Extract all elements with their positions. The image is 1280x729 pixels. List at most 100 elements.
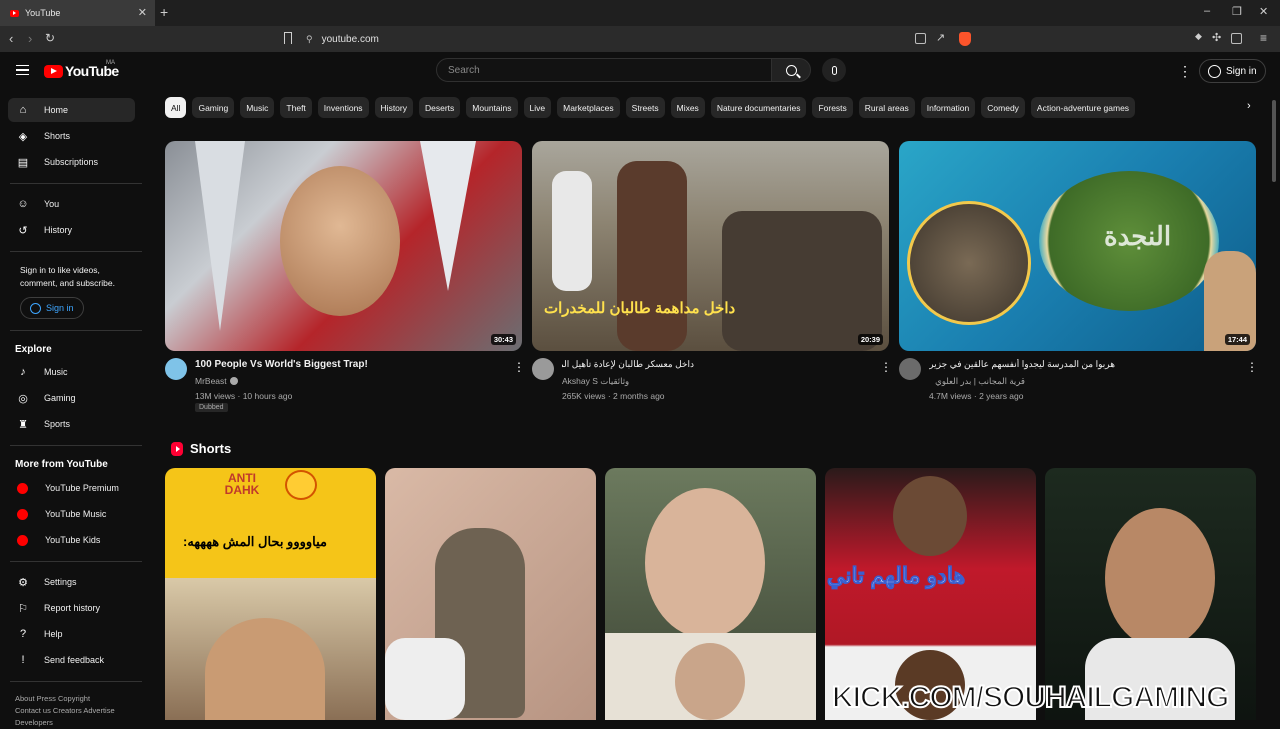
sidebar-toggle-icon[interactable]	[1231, 33, 1242, 44]
channel-avatar[interactable]	[899, 358, 921, 380]
new-tab-button[interactable]: +	[160, 4, 168, 20]
sidebar-item-youtube-kids[interactable]: YouTube Kids	[8, 528, 135, 552]
page-scrollbar[interactable]	[1272, 100, 1276, 182]
video-menu-icon[interactable]: ⋮	[513, 360, 525, 374]
sidebar-item-report-history[interactable]: ⚐ Report history	[8, 596, 135, 620]
footer-line[interactable]: About Press Copyright	[15, 693, 140, 705]
video-thumbnail[interactable]: داخل مداهمة طالبان للمخدرات 20:39	[532, 141, 889, 351]
search-input[interactable]: Search	[436, 58, 772, 82]
chip-streets[interactable]: Streets	[625, 97, 665, 118]
extensions-icon[interactable]: ✣	[1212, 31, 1221, 44]
chip-action-adventure-games[interactable]: Action-adventure games	[1030, 97, 1136, 118]
sidebar-item-label: YouTube Kids	[45, 535, 101, 545]
thumbnail-spike	[420, 141, 476, 291]
video-title[interactable]: هربوا من المدرسة ليجدوا أنفسهم عالقين في…	[929, 359, 1115, 370]
brave-shield-icon[interactable]	[959, 32, 971, 46]
sidebar-item-home[interactable]: ⌂ Home	[8, 98, 135, 122]
thumbnail-face	[280, 166, 400, 316]
back-icon[interactable]: ‹	[9, 31, 13, 46]
sidebar-item-help[interactable]: ? Help	[8, 622, 135, 646]
sidebar-item-gaming[interactable]: ◎ Gaming	[8, 386, 135, 410]
chip-deserts[interactable]: Deserts	[419, 97, 461, 118]
category-chips: All Gaming Music Theft Inventions Histor…	[165, 97, 1260, 119]
close-tab-icon[interactable]: ✕	[138, 6, 147, 19]
youtube-favicon-icon	[10, 9, 19, 17]
settings-menu-icon[interactable]: ⋮	[1178, 63, 1192, 80]
chip-theft[interactable]: Theft	[280, 97, 312, 118]
maximize-icon[interactable]: ❐	[1232, 5, 1242, 18]
sidebar-item-subscriptions[interactable]: ▤ Subscriptions	[8, 150, 135, 174]
forward-icon[interactable]: ›	[28, 31, 32, 46]
chip-live[interactable]: Live	[523, 97, 552, 118]
sidebar-item-shorts[interactable]: ◈ Shorts	[8, 124, 135, 148]
thumbnail-caption: داخل مداهمة طالبان للمخدرات	[544, 300, 736, 317]
chip-forests[interactable]: Forests	[812, 97, 853, 118]
chip-marketplaces[interactable]: Marketplaces	[557, 97, 620, 118]
sidebar-item-settings[interactable]: ⚙ Settings	[8, 570, 135, 594]
youtube-music-icon	[17, 508, 28, 520]
verified-icon	[229, 377, 238, 385]
sidebar-sign-in-button[interactable]: Sign in	[20, 297, 84, 319]
short-card[interactable]	[385, 468, 596, 720]
sports-icon: ♜	[18, 418, 28, 431]
chip-mixes[interactable]: Mixes	[670, 97, 705, 118]
sidebar-item-you[interactable]: ☺ You	[8, 192, 135, 216]
sidebar-item-music[interactable]: ♪ Music	[8, 360, 135, 384]
minimize-icon[interactable]: –	[1204, 5, 1210, 17]
bookmark-icon[interactable]	[284, 32, 292, 44]
chip-nature-documentaries[interactable]: Nature documentaries	[710, 97, 807, 118]
chip-history[interactable]: History	[374, 97, 413, 118]
short-card[interactable]: ANTI DAHK مياوووو بحال المش ههههه:	[165, 468, 376, 720]
sidebar-item-label: History	[44, 225, 73, 235]
sidebar-item-youtube-music[interactable]: YouTube Music	[8, 502, 135, 526]
footer-line[interactable]: Contact us Creators Advertise	[15, 705, 140, 717]
video-thumbnail[interactable]: النجدة 17:44	[899, 141, 1256, 351]
menu-icon[interactable]	[16, 65, 29, 75]
reload-icon[interactable]: ↻	[45, 31, 55, 45]
channel-avatar[interactable]	[532, 358, 554, 380]
browser-menu-icon[interactable]: ≡	[1260, 31, 1267, 45]
sidebar-item-label: YouTube Music	[45, 509, 107, 519]
chip-mountains[interactable]: Mountains	[466, 97, 518, 118]
chip-all[interactable]: All	[165, 97, 187, 118]
footer-line[interactable]: Developers	[15, 717, 140, 729]
chip-rural-areas[interactable]: Rural areas	[858, 97, 915, 118]
chevron-right-icon[interactable]: ›	[1247, 100, 1251, 112]
youtube-kids-icon	[17, 534, 28, 546]
search-icon	[785, 64, 797, 76]
chip-inventions[interactable]: Inventions	[317, 97, 369, 118]
sidebar-item-history[interactable]: ↺ History	[8, 218, 135, 242]
channel-name[interactable]: قرية المجانب | بدر العلوي	[929, 376, 1025, 387]
youtube-premium-icon	[17, 482, 28, 494]
wallet-icon[interactable]: ◆	[1195, 31, 1202, 42]
search-button[interactable]	[771, 58, 811, 82]
chip-music[interactable]: Music	[240, 97, 275, 118]
voice-search-button[interactable]	[822, 58, 846, 82]
video-title[interactable]: داخل معسكر طالبان لإعادة تأهيل المدمنين	[562, 359, 694, 370]
chip-information[interactable]: Information	[920, 97, 976, 118]
chip-gaming[interactable]: Gaming	[192, 97, 235, 118]
share-icon[interactable]: ↗	[936, 31, 945, 44]
sidebar-item-youtube-premium[interactable]: YouTube Premium	[8, 476, 135, 500]
video-menu-icon[interactable]: ⋮	[880, 360, 892, 374]
video-title[interactable]: 100 People Vs World's Biggest Trap!	[195, 359, 495, 370]
browser-tab[interactable]: YouTube ✕	[0, 0, 155, 26]
sidebar-item-send-feedback[interactable]: ! Send feedback	[8, 648, 135, 672]
divider	[10, 561, 142, 562]
chip-comedy[interactable]: Comedy	[981, 97, 1025, 118]
sidebar-item-sports[interactable]: ♜ Sports	[8, 412, 135, 436]
sign-in-button[interactable]: Sign in	[1199, 59, 1266, 83]
video-thumbnail[interactable]: 30:43	[165, 141, 522, 351]
channel-avatar[interactable]	[165, 358, 187, 380]
site-info-icon[interactable]: ⚲	[306, 34, 313, 45]
short-card[interactable]	[605, 468, 816, 720]
channel-name[interactable]: MrBeast	[195, 376, 238, 386]
address-bar[interactable]: ⚲ youtube.com	[306, 30, 976, 48]
close-window-icon[interactable]: ✕	[1259, 5, 1268, 18]
video-duration: 17:44	[1224, 334, 1250, 345]
youtube-logo[interactable]: YouTube MA	[44, 60, 119, 79]
cast-icon[interactable]	[915, 33, 926, 44]
video-menu-icon[interactable]: ⋮	[1246, 360, 1258, 374]
channel-name[interactable]: Akshay S وثائقيات	[562, 376, 629, 387]
thumbnail-figure	[617, 161, 687, 351]
